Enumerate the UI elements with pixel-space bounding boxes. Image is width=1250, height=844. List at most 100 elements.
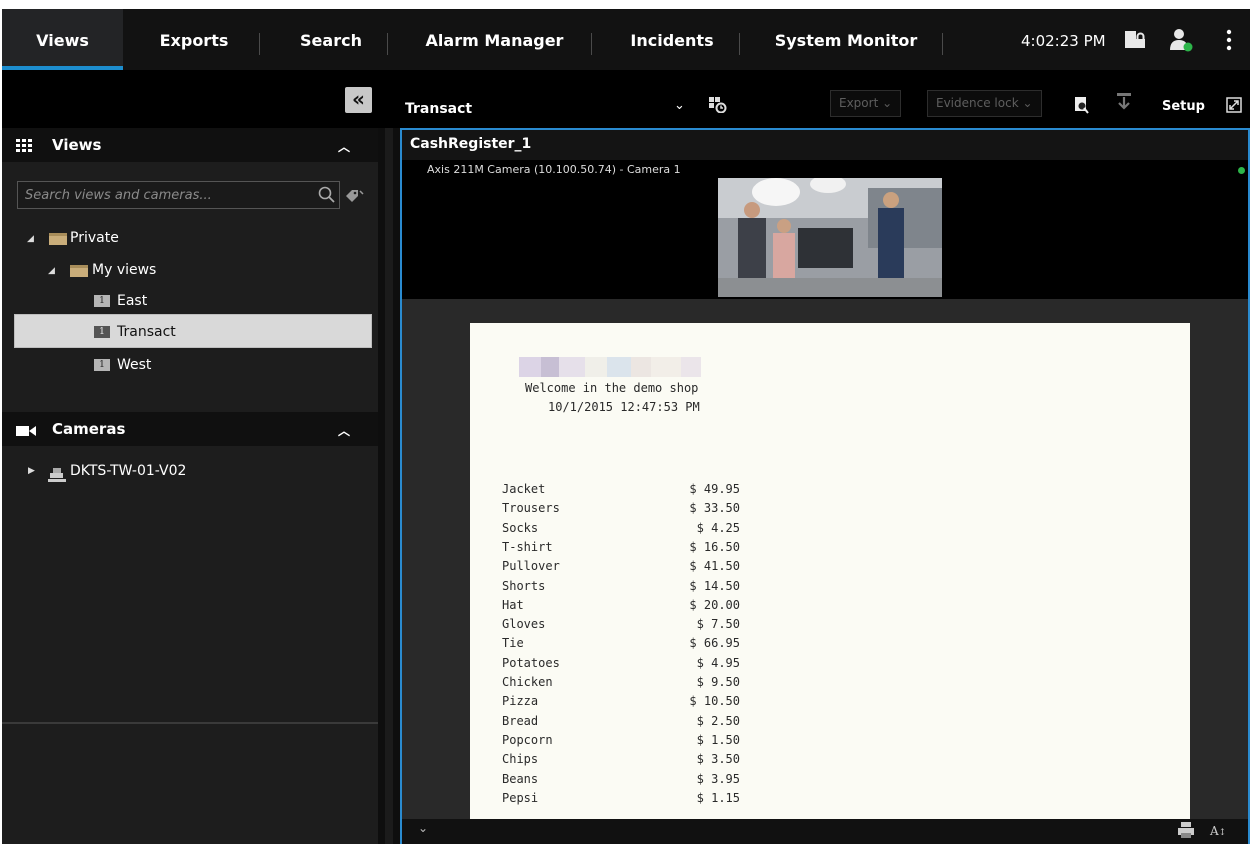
tag-icon[interactable] [345, 188, 365, 208]
view-item[interactable]: CashRegister_1 Axis 211M Camera (10.100.… [400, 128, 1250, 844]
receipt-item-price: $ 9.50 [696, 675, 740, 689]
views-panel-header[interactable]: Views ︿ [2, 128, 378, 162]
receipt-item-name: T-shirt [502, 540, 553, 554]
tree-label: East [117, 293, 148, 309]
receipt-item-name: Chicken [502, 675, 553, 689]
main-tab-bar: Views Exports Search Alarm Manager Incid… [2, 9, 1250, 70]
receipt-item-name: Gloves [502, 617, 546, 631]
camera-label: Axis 211M Camera (10.100.50.74) - Camera… [427, 163, 681, 176]
receipt-viewer[interactable]: Welcome in the demo shop 10/1/2015 12:47… [402, 299, 1248, 819]
scroll-down-icon[interactable]: ⌄ [418, 821, 428, 835]
fullscreen-icon[interactable] [1226, 97, 1242, 117]
scrollbar-thumb[interactable] [385, 128, 393, 844]
panel-scrollbar[interactable] [378, 128, 400, 844]
receipt-item-name: Pepsi [502, 791, 539, 805]
receipt-item-price: $ 16.50 [689, 540, 740, 554]
collapse-panel-button[interactable]: « [345, 87, 372, 113]
tab-views[interactable]: Views [2, 9, 123, 70]
tab-search[interactable]: Search [275, 9, 387, 70]
panel-splitter[interactable] [2, 722, 378, 724]
expand-arrow-icon[interactable]: ▶ [28, 455, 35, 487]
tab-separator [942, 33, 943, 55]
receipt-item-price: $ 4.25 [696, 521, 740, 535]
receipt-item-price: $ 33.50 [689, 501, 740, 515]
view-toolbar: « Transact ⌄ Export ⌄ Evidence lock ⌄ Se… [2, 70, 1250, 128]
receipt-item-name: Chips [502, 752, 539, 766]
shop-logo-icon [519, 357, 701, 377]
folder-icon [49, 233, 67, 245]
expand-arrow-icon[interactable]: ◢ [48, 255, 55, 287]
receipt-item-price: $ 41.50 [689, 559, 740, 573]
tab-alarm-manager[interactable]: Alarm Manager [407, 9, 582, 70]
view-settings-icon[interactable] [709, 97, 727, 117]
tree-label: West [117, 357, 152, 373]
tree-server[interactable]: ▶ DKTS-TW-01-V02 [2, 455, 378, 487]
server-icon [47, 463, 67, 495]
user-status-icon[interactable] [1168, 27, 1194, 53]
collapse-caret-icon[interactable]: ︿ [338, 422, 350, 439]
setup-button[interactable]: Setup [1162, 99, 1205, 114]
search-field[interactable] [17, 181, 340, 209]
chevron-down-icon: ⌄ [882, 96, 893, 110]
tab-separator [739, 33, 740, 55]
print-icon[interactable] [1177, 822, 1195, 842]
camera-tile[interactable]: Axis 211M Camera (10.100.50.74) - Camera… [402, 160, 1248, 299]
tab-separator [259, 33, 260, 55]
search-input[interactable] [18, 182, 308, 208]
app-window: Views Exports Search Alarm Manager Incid… [2, 9, 1250, 844]
collapse-caret-icon[interactable]: ︿ [338, 138, 350, 155]
view-dropdown-chevron-icon[interactable]: ⌄ [674, 98, 685, 113]
single-layout-icon: 1 [94, 326, 110, 338]
receipt-item-price: $ 3.95 [696, 772, 740, 786]
search-document-icon[interactable] [1074, 97, 1090, 118]
cameras-panel-header[interactable]: Cameras ︿ [2, 412, 378, 446]
receipt-item-price: $ 2.50 [696, 714, 740, 728]
clock-time: 4:02:23 PM [1021, 32, 1106, 50]
single-layout-icon: 1 [94, 295, 110, 307]
chevron-down-icon: ⌄ [1022, 96, 1033, 110]
tab-incidents[interactable]: Incidents [607, 9, 737, 70]
tree-view-west[interactable]: 1 West [2, 349, 378, 381]
receipt-paper: Welcome in the demo shop 10/1/2015 12:47… [470, 323, 1190, 819]
receipt-datetime: 10/1/2015 12:47:53 PM [548, 400, 700, 414]
font-size-icon[interactable]: A↕ [1210, 824, 1226, 838]
tree-view-transact[interactable]: 1 Transact [2, 316, 378, 348]
camera-video-feed[interactable] [718, 178, 942, 297]
receipt-item-price: $ 10.50 [689, 694, 740, 708]
tree-label: Private [70, 230, 119, 246]
current-view-title: Transact [405, 101, 473, 117]
tab-system-monitor[interactable]: System Monitor [756, 9, 936, 70]
tab-separator [387, 33, 388, 55]
tree-folder-my-views[interactable]: ◢ My views [2, 254, 378, 286]
expand-arrow-icon[interactable]: ◢ [27, 223, 34, 255]
receipt-item-name: Tie [502, 636, 524, 650]
export-button[interactable]: Export ⌄ [830, 90, 902, 117]
grid-icon [16, 138, 32, 156]
live-status-indicator [1238, 167, 1245, 174]
view-item-title: CashRegister_1 [410, 136, 532, 152]
camera-icon [16, 423, 36, 441]
user-lock-icon[interactable] [1122, 27, 1148, 53]
evidence-lock-button[interactable]: Evidence lock ⌄ [927, 90, 1042, 117]
download-icon[interactable] [1116, 93, 1132, 115]
receipt-item-price: $ 1.15 [696, 791, 740, 805]
single-layout-icon: 1 [94, 359, 110, 371]
search-icon[interactable] [318, 186, 335, 207]
cameras-panel-title: Cameras [52, 420, 126, 438]
receipt-item-price: $ 66.95 [689, 636, 740, 650]
receipt-item-name: Jacket [502, 482, 546, 496]
tab-exports[interactable]: Exports [142, 9, 246, 70]
receipt-item-name: Beans [502, 772, 539, 786]
receipt-item-name: Socks [502, 521, 539, 535]
tree-folder-private[interactable]: ◢ Private [2, 222, 378, 254]
receipt-item-name: Pullover [502, 559, 560, 573]
receipt-item-name: Hat [502, 598, 524, 612]
tree-view-east[interactable]: 1 East [2, 285, 378, 317]
left-panel: Views ︿ ◢ Private ◢ My views 1 East [2, 128, 378, 844]
receipt-item-name: Potatoes [502, 656, 560, 670]
receipt-item-price: $ 14.50 [689, 579, 740, 593]
view-item-header: CashRegister_1 [402, 130, 1248, 160]
more-options-icon[interactable] [1216, 27, 1242, 53]
receipt-item-price: $ 3.50 [696, 752, 740, 766]
receipt-item-name: Bread [502, 714, 539, 728]
